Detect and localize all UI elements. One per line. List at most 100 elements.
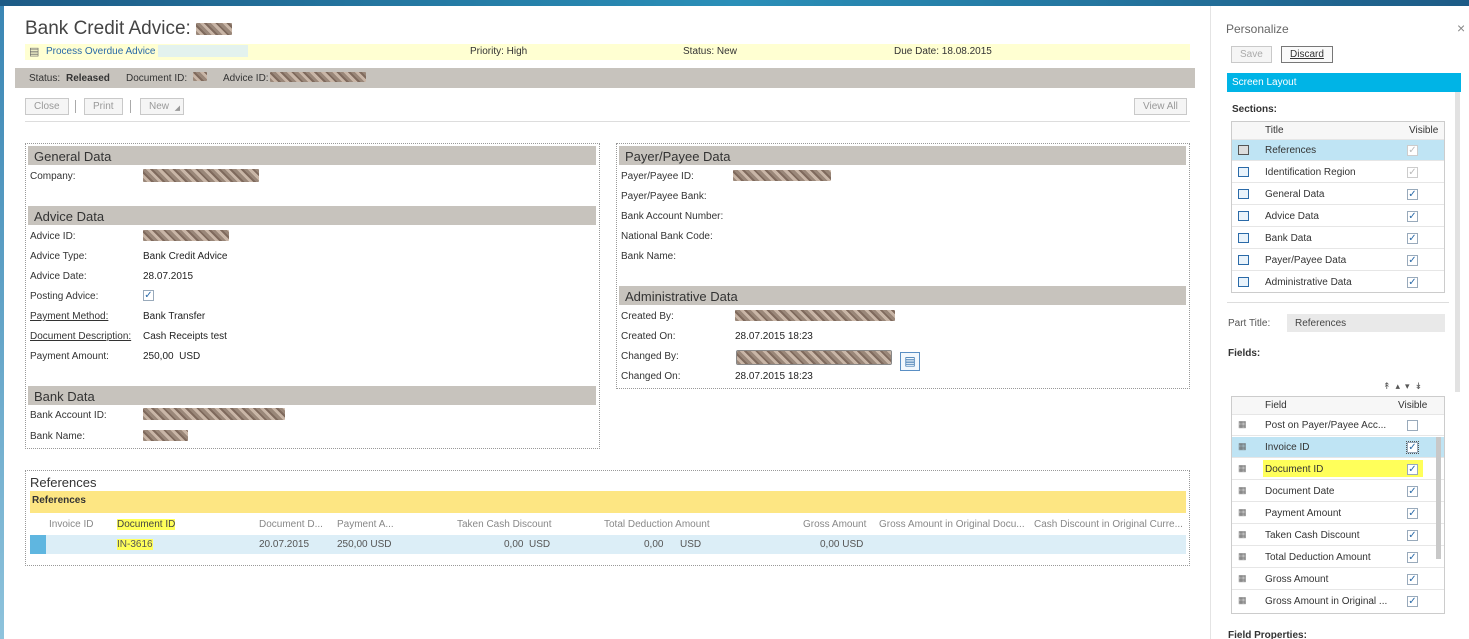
cell-document-id: IN-3616 <box>117 539 153 550</box>
new-button-label: New <box>149 101 170 112</box>
pane-scrollbar[interactable] <box>1455 92 1460 392</box>
column-payment-amount[interactable]: Payment A... <box>337 519 394 530</box>
field-icon: ▦ <box>1238 485 1247 495</box>
document-description-label[interactable]: Document Description: <box>30 331 131 342</box>
part-title-input[interactable]: References <box>1287 314 1445 332</box>
column-gross-original[interactable]: Gross Amount in Original Docu... <box>879 519 1025 530</box>
new-button[interactable]: New ◢ <box>140 98 185 115</box>
field-visible-checkbox[interactable]: ✓ <box>1407 596 1418 607</box>
toolbar-separator <box>75 100 76 113</box>
advice-date-value: 28.07.2015 <box>143 271 194 282</box>
close-icon[interactable]: × <box>1457 20 1465 36</box>
field-row[interactable]: ▦ Document Date ✓ <box>1232 481 1444 502</box>
redacted-created-by <box>735 310 895 321</box>
field-row[interactable]: ▦ Post on Payer/Payee Acc... <box>1232 415 1444 436</box>
task-due-date: Due Date: 18.08.2015 <box>894 46 992 57</box>
field-visible-checkbox[interactable]: ✓ <box>1407 464 1418 475</box>
section-visible-checkbox[interactable]: ✓ <box>1407 211 1418 222</box>
screen-layout-tab[interactable]: Screen Layout <box>1227 73 1461 92</box>
field-visible-checkbox[interactable]: ✓ <box>1407 552 1418 563</box>
field-visible-checkbox[interactable]: ✓ <box>1407 530 1418 541</box>
section-icon <box>1238 255 1249 265</box>
section-title: Advice Data <box>1265 211 1319 222</box>
field-row[interactable]: ▦ Gross Amount ✓ <box>1232 569 1444 590</box>
field-row[interactable]: ▦ Total Deduction Amount ✓ <box>1232 547 1444 568</box>
field-row-selected[interactable]: ▦ Invoice ID ✓ <box>1232 437 1444 458</box>
field-row[interactable]: ▦ Document ID ✓ <box>1232 459 1444 480</box>
column-total-deduction[interactable]: Total Deduction Amount <box>604 519 710 530</box>
section-row-bank[interactable]: Bank Data ✓ <box>1232 228 1444 249</box>
section-row-administrative[interactable]: Administrative Data ✓ <box>1232 272 1444 293</box>
pane-divider <box>1227 302 1449 303</box>
close-button[interactable]: Close <box>25 98 69 115</box>
field-name: Document ID <box>1265 464 1324 475</box>
redacted-changed-by[interactable] <box>736 350 892 365</box>
fields-header-row: Field Visible <box>1232 397 1444 415</box>
field-name: Invoice ID <box>1265 442 1310 453</box>
redacted-company <box>143 169 259 182</box>
section-row-identification[interactable]: Identification Region ✓ <box>1232 162 1444 183</box>
edit-layout-icon[interactable]: ▤ <box>900 352 920 371</box>
document-id-label: Document ID: <box>126 73 188 84</box>
field-row[interactable]: ▦ Payment Amount ✓ <box>1232 503 1444 524</box>
process-overdue-link[interactable]: Process Overdue Advice <box>46 46 156 57</box>
view-all-button[interactable]: View All <box>1134 98 1187 115</box>
field-visible-checkbox[interactable]: ✓ <box>1406 441 1419 454</box>
section-icon <box>1238 277 1249 287</box>
section-title: Bank Data <box>1265 233 1312 244</box>
advice-type-label: Advice Type: <box>30 251 88 262</box>
field-visible-checkbox[interactable]: ✓ <box>1407 486 1418 497</box>
cell-total-deduction: 0,00 <box>644 539 664 550</box>
section-row-advice[interactable]: Advice Data ✓ <box>1232 206 1444 227</box>
column-invoice-id[interactable]: Invoice ID <box>49 519 93 530</box>
section-title: Identification Region <box>1265 167 1356 178</box>
advice-id-field-label: Advice ID: <box>30 231 76 242</box>
section-visible-checkbox[interactable]: ✓ <box>1407 277 1418 288</box>
payer-bank-name-label: Bank Name: <box>621 251 677 262</box>
fields-field-header: Field <box>1265 400 1287 411</box>
sections-label: Sections: <box>1232 104 1278 115</box>
section-visible-checkbox: ✓ <box>1407 145 1418 156</box>
row-selector[interactable] <box>30 535 46 554</box>
print-button[interactable]: Print <box>84 98 123 115</box>
field-icon: ▦ <box>1238 441 1247 451</box>
reorder-arrows-icon[interactable]: ↟▴▾↡ <box>1383 381 1427 392</box>
section-visible-checkbox[interactable]: ✓ <box>1407 233 1418 244</box>
section-row-general[interactable]: General Data ✓ <box>1232 184 1444 205</box>
advice-date-label: Advice Date: <box>30 271 87 282</box>
column-document-id[interactable]: Document ID <box>117 519 176 530</box>
redacted-advice-number <box>196 22 233 35</box>
section-visible-checkbox[interactable]: ✓ <box>1407 189 1418 200</box>
field-name: Payment Amount <box>1265 508 1342 519</box>
advice-id-label: Advice ID: <box>223 73 269 84</box>
field-row[interactable]: ▦ Gross Amount in Original ... ✓ <box>1232 591 1444 612</box>
dropdown-icon: ◢ <box>174 105 181 112</box>
bank-name-label: Bank Name: <box>30 431 86 442</box>
save-button[interactable]: Save <box>1231 46 1272 63</box>
column-gross-amount[interactable]: Gross Amount <box>803 519 866 530</box>
column-document-date[interactable]: Document D... <box>259 519 323 530</box>
column-cash-discount-original[interactable]: Cash Discount in Original Curre... <box>1034 519 1183 530</box>
field-visible-checkbox[interactable]: ✓ <box>1407 508 1418 519</box>
table-row[interactable] <box>30 535 1186 554</box>
posting-advice-checkbox[interactable]: ✓ <box>143 290 154 301</box>
changed-on-label: Changed On: <box>621 371 681 382</box>
created-by-label: Created By: <box>621 311 674 322</box>
column-taken-cash-discount[interactable]: Taken Cash Discount <box>457 519 552 530</box>
payment-method-label[interactable]: Payment Method: <box>30 311 108 322</box>
personalize-pane: Personalize × Save Discard Screen Layout… <box>1210 6 1469 639</box>
field-icon: ▦ <box>1238 529 1247 539</box>
cell-taken-cash-discount: 0,00 USD <box>504 539 551 550</box>
field-visible-checkbox[interactable] <box>1407 420 1418 431</box>
field-row[interactable]: ▦ Taken Cash Discount ✓ <box>1232 525 1444 546</box>
created-on-label: Created On: <box>621 331 676 342</box>
advice-data-header: Advice Data <box>28 206 596 225</box>
discard-button[interactable]: Discard <box>1281 46 1333 63</box>
section-row-payer[interactable]: Payer/Payee Data ✓ <box>1232 250 1444 271</box>
fields-label: Fields: <box>1228 348 1261 359</box>
section-visible-checkbox[interactable]: ✓ <box>1407 255 1418 266</box>
field-visible-checkbox[interactable]: ✓ <box>1407 574 1418 585</box>
payment-amount-value: 250,00 USD <box>143 351 201 362</box>
fields-scrollbar[interactable] <box>1436 437 1441 559</box>
section-row-references[interactable]: References ✓ <box>1232 140 1444 161</box>
